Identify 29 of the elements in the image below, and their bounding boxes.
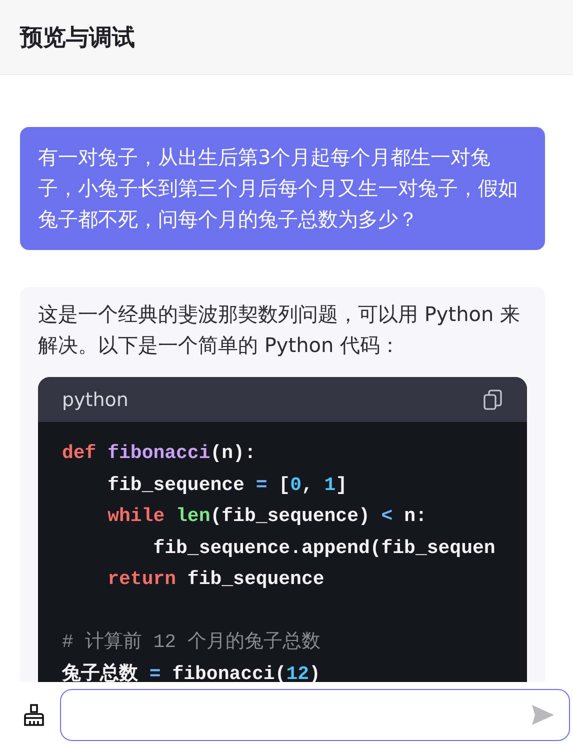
code-text: fib_sequence [106, 474, 246, 496]
code-keyword: while [106, 505, 166, 527]
code-text: , [301, 474, 314, 496]
code-operator: = [256, 474, 268, 496]
code-function: fibonacci [108, 442, 210, 464]
code-text: 兔子总数 [62, 662, 139, 682]
code-operator: < [381, 505, 393, 527]
code-text: fib_sequence [186, 568, 324, 590]
code-number: 1 [324, 474, 336, 496]
broom-icon[interactable] [22, 703, 46, 727]
copy-icon[interactable] [483, 388, 503, 410]
code-keyword: return [106, 568, 176, 590]
code-text: fib_sequence.append(fib_sequen [152, 536, 496, 558]
code-text: n: [403, 505, 427, 527]
code-text: (n): [210, 442, 256, 464]
code-builtin: len [176, 505, 210, 527]
panel-title: 预览与调试 [20, 24, 135, 52]
code-number: 0 [290, 474, 302, 496]
code-text: [ [278, 474, 290, 496]
code-comment: # 计算前 12 个月的兔子总数 [62, 631, 320, 653]
user-message: 有一对兔子，从出生后第3个月起每个月都生一对兔子，小兔子长到第三个月后每个月又生一对兔子，假如兔子都不死，问每个月的兔子总数为多少？ [20, 127, 545, 250]
message-input-field[interactable] [60, 689, 570, 741]
code-operator: = [149, 662, 161, 682]
code-text: ] [336, 474, 348, 496]
code-number: 12 [286, 662, 310, 682]
assistant-message-text: 这是一个经典的斐波那契数列问题，可以用 Python 来解决。以下是一个简单的 Python 代码： [38, 301, 522, 359]
code-keyword: def [62, 442, 98, 464]
code-language: python [62, 388, 128, 410]
code-text: (fib_sequence) [210, 505, 371, 527]
